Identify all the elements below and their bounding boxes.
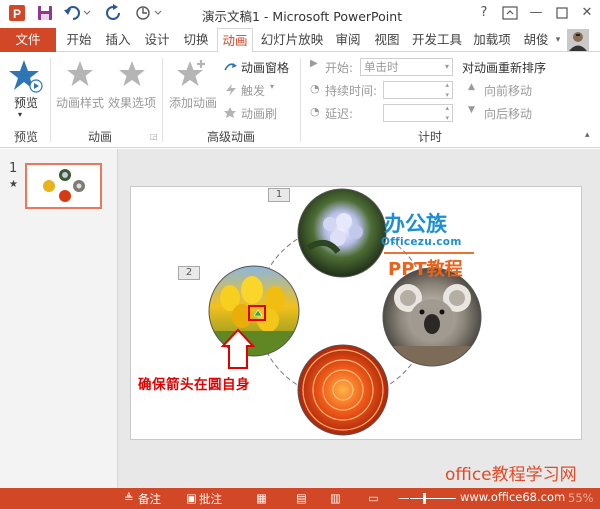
animation-styles-button[interactable]: 动画样式 bbox=[54, 94, 106, 111]
duration-input[interactable]: ▴ ▾ bbox=[383, 81, 453, 99]
duration-label: 持续时间: bbox=[325, 84, 378, 98]
slide-sorter-icon[interactable]: ▤ bbox=[296, 491, 307, 505]
timing-group-label: 计时 bbox=[417, 130, 442, 144]
start-select[interactable]: 单击时 ▾ bbox=[360, 58, 453, 76]
tab-transitions[interactable]: 切换 bbox=[179, 28, 213, 52]
slide-artwork bbox=[208, 188, 485, 436]
advanced-group-label: 高级动画 bbox=[206, 130, 255, 144]
watermark-url: www.office68.com bbox=[460, 490, 566, 504]
redo-icon[interactable] bbox=[105, 4, 123, 22]
slide-number: 1 bbox=[9, 161, 18, 176]
preview-group-label: 预览 bbox=[13, 130, 38, 144]
normal-view-icon[interactable]: ▦ bbox=[256, 491, 267, 505]
user-name[interactable]: 胡俊 bbox=[520, 28, 552, 52]
watermark-logo: 办公族 bbox=[384, 212, 447, 236]
preview-button[interactable]: 预览 bbox=[6, 94, 46, 111]
effect-options-star-icon bbox=[118, 60, 146, 88]
reorder-title: 对动画重新排序 bbox=[462, 61, 547, 75]
group-divider bbox=[300, 58, 301, 142]
powerpoint-icon[interactable]: P bbox=[8, 4, 26, 22]
animation-painter-button[interactable]: 动画刷 bbox=[241, 105, 277, 122]
close-icon[interactable]: ✕ bbox=[577, 4, 597, 22]
notes-icon: ≜ bbox=[124, 491, 134, 505]
animation-pane-button[interactable]: 动画窗格 bbox=[241, 59, 289, 76]
tab-animations[interactable]: 动画 bbox=[217, 28, 253, 53]
ribbon-tabs: 文件 开始 插入 设计 切换 动画 幻灯片放映 审阅 视图 开发工具 加载项 胡… bbox=[0, 28, 600, 53]
undo-icon[interactable] bbox=[63, 4, 93, 22]
group-divider bbox=[162, 58, 163, 142]
window-title: 演示文稿1 - Microsoft PowerPoint bbox=[202, 9, 403, 24]
help-icon[interactable]: ? bbox=[474, 4, 494, 22]
status-bar: ≜ 备注 ▣ 批注 ▦ ▤ ▥ ▭ — www.office68.com 55% bbox=[0, 488, 600, 509]
instruction-note: 确保箭头在圆自身 bbox=[138, 377, 250, 393]
flower-image-top[interactable] bbox=[297, 188, 387, 278]
minimize-icon[interactable]: — bbox=[526, 4, 546, 22]
ribbon-animations: 预览 ▾ 预览 动画样式 效果选项 动画 ◲ 添加动画 动画窗格 触发 ▾ 动画… bbox=[0, 52, 600, 148]
trigger-dropdown-icon[interactable]: ▾ bbox=[270, 82, 274, 91]
ribbon-display-icon[interactable] bbox=[500, 4, 520, 22]
delay-icon: ◔ bbox=[310, 105, 320, 118]
watermark-caption: PPT教程 bbox=[388, 259, 463, 280]
start-label: 开始: bbox=[325, 61, 354, 75]
move-later-icon: ▼ bbox=[468, 105, 475, 115]
collapse-ribbon-icon[interactable]: ▴ bbox=[585, 130, 590, 140]
maximize-icon[interactable] bbox=[552, 4, 572, 22]
animation-styles-star-icon bbox=[66, 60, 94, 88]
delay-input[interactable]: ▴ ▾ bbox=[383, 104, 453, 122]
title-bar: P 演示文稿1 - Microsoft PowerPoint ? — ✕ bbox=[0, 0, 600, 28]
stepper-icon: ▴ ▾ bbox=[445, 104, 449, 122]
reading-view-icon[interactable]: ▥ bbox=[330, 491, 341, 505]
preview-dropdown-icon[interactable]: ▾ bbox=[18, 110, 22, 119]
zoom-slider-handle[interactable] bbox=[423, 493, 426, 504]
animation-painter-icon bbox=[223, 106, 239, 120]
move-earlier-button[interactable]: 向前移动 bbox=[484, 82, 532, 99]
tab-file[interactable]: 文件 bbox=[0, 28, 56, 52]
add-animation-star-icon bbox=[176, 58, 208, 90]
clock-icon: ◔ bbox=[310, 82, 320, 95]
start-select-value: 单击时 bbox=[364, 60, 399, 74]
delay-label: 延迟: bbox=[325, 107, 354, 121]
koala-image-right[interactable] bbox=[382, 267, 485, 370]
group-divider bbox=[50, 58, 51, 142]
watermark-site: Officezu.com bbox=[381, 236, 462, 248]
tab-design[interactable]: 设计 bbox=[140, 28, 174, 52]
bottom-watermark: office教程学习网 bbox=[445, 465, 577, 485]
zoom-slider[interactable] bbox=[410, 498, 456, 499]
slideshow-icon[interactable]: ▭ bbox=[368, 491, 379, 505]
zoom-level[interactable]: 55% bbox=[568, 491, 594, 505]
chevron-down-icon: ▾ bbox=[444, 62, 449, 71]
start-play-icon: ▶ bbox=[310, 58, 318, 69]
animation-marker-icon: ★ bbox=[9, 179, 18, 190]
trigger-button[interactable]: 触发 bbox=[241, 82, 265, 99]
tab-developer[interactable]: 开发工具 bbox=[409, 28, 465, 52]
move-earlier-icon: ▲ bbox=[468, 82, 475, 92]
animation-group-label: 动画 bbox=[87, 130, 112, 144]
tab-addins[interactable]: 加载项 bbox=[470, 28, 514, 52]
preview-star-icon[interactable] bbox=[8, 58, 44, 94]
stepper-icon: ▴ ▾ bbox=[445, 81, 449, 99]
tab-slideshow[interactable]: 幻灯片放映 bbox=[258, 28, 326, 52]
add-animation-button[interactable]: 添加动画 bbox=[166, 94, 220, 111]
zoom-out-icon[interactable]: — bbox=[398, 491, 410, 505]
presenter-icon[interactable] bbox=[134, 4, 164, 22]
effect-options-button[interactable]: 效果选项 bbox=[106, 94, 158, 111]
tab-home[interactable]: 开始 bbox=[62, 28, 96, 52]
tab-view[interactable]: 视图 bbox=[370, 28, 404, 52]
tab-review[interactable]: 审阅 bbox=[331, 28, 365, 52]
slide-thumbnail[interactable] bbox=[25, 163, 102, 209]
comments-button[interactable]: 批注 bbox=[199, 491, 222, 507]
tab-insert[interactable]: 插入 bbox=[101, 28, 135, 52]
comments-icon: ▣ bbox=[186, 491, 197, 505]
move-later-button[interactable]: 向后移动 bbox=[484, 105, 532, 122]
save-icon[interactable] bbox=[36, 4, 54, 22]
animation-pane-icon bbox=[223, 60, 239, 74]
dialog-launcher-icon[interactable]: ◲ bbox=[150, 132, 158, 141]
notes-button[interactable]: 备注 bbox=[138, 491, 161, 507]
user-dropdown-icon[interactable]: ▾ bbox=[552, 28, 564, 52]
slides-pane: 1 ★ bbox=[0, 149, 118, 488]
trigger-icon bbox=[223, 83, 239, 97]
flower-image-bottom[interactable] bbox=[297, 344, 389, 436]
avatar[interactable] bbox=[567, 29, 589, 51]
svg-text:P: P bbox=[13, 7, 21, 21]
